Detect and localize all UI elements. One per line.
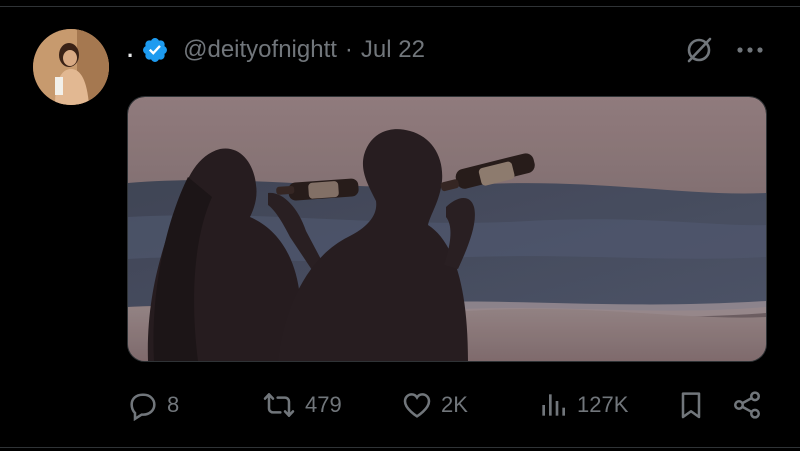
avatar[interactable] bbox=[33, 29, 109, 105]
more-icon[interactable] bbox=[734, 36, 766, 64]
action-bar: 8 479 2K 127K bbox=[127, 384, 767, 426]
bookmark-button[interactable] bbox=[675, 384, 707, 426]
views-button[interactable]: 127K bbox=[537, 384, 628, 426]
post-date[interactable]: Jul 22 bbox=[361, 36, 425, 64]
display-name[interactable]: . bbox=[127, 37, 133, 63]
handle[interactable]: @deityofnightt bbox=[183, 36, 337, 64]
verified-badge-icon bbox=[143, 38, 168, 62]
like-count: 2K bbox=[441, 392, 468, 417]
repost-icon bbox=[263, 393, 295, 417]
reply-button[interactable]: 8 bbox=[127, 384, 179, 426]
repost-button[interactable]: 479 bbox=[261, 384, 342, 426]
separator-dot: · bbox=[344, 36, 353, 63]
tweet-header: . @deityofnightt · Jul 22 bbox=[127, 30, 425, 70]
view-count: 127K bbox=[577, 392, 629, 417]
share-button[interactable] bbox=[731, 384, 763, 426]
divider-bottom bbox=[0, 447, 800, 448]
divider-top bbox=[0, 6, 800, 7]
media-image[interactable] bbox=[127, 96, 767, 362]
bookmark-icon bbox=[681, 392, 701, 419]
like-button[interactable]: 2K bbox=[401, 384, 468, 426]
reply-count: 8 bbox=[167, 392, 180, 417]
share-icon bbox=[734, 391, 760, 419]
repost-count: 479 bbox=[305, 392, 342, 417]
analytics-icon bbox=[542, 394, 565, 416]
grok-icon[interactable] bbox=[683, 34, 715, 66]
heart-icon bbox=[403, 393, 431, 418]
reply-icon bbox=[130, 393, 156, 421]
